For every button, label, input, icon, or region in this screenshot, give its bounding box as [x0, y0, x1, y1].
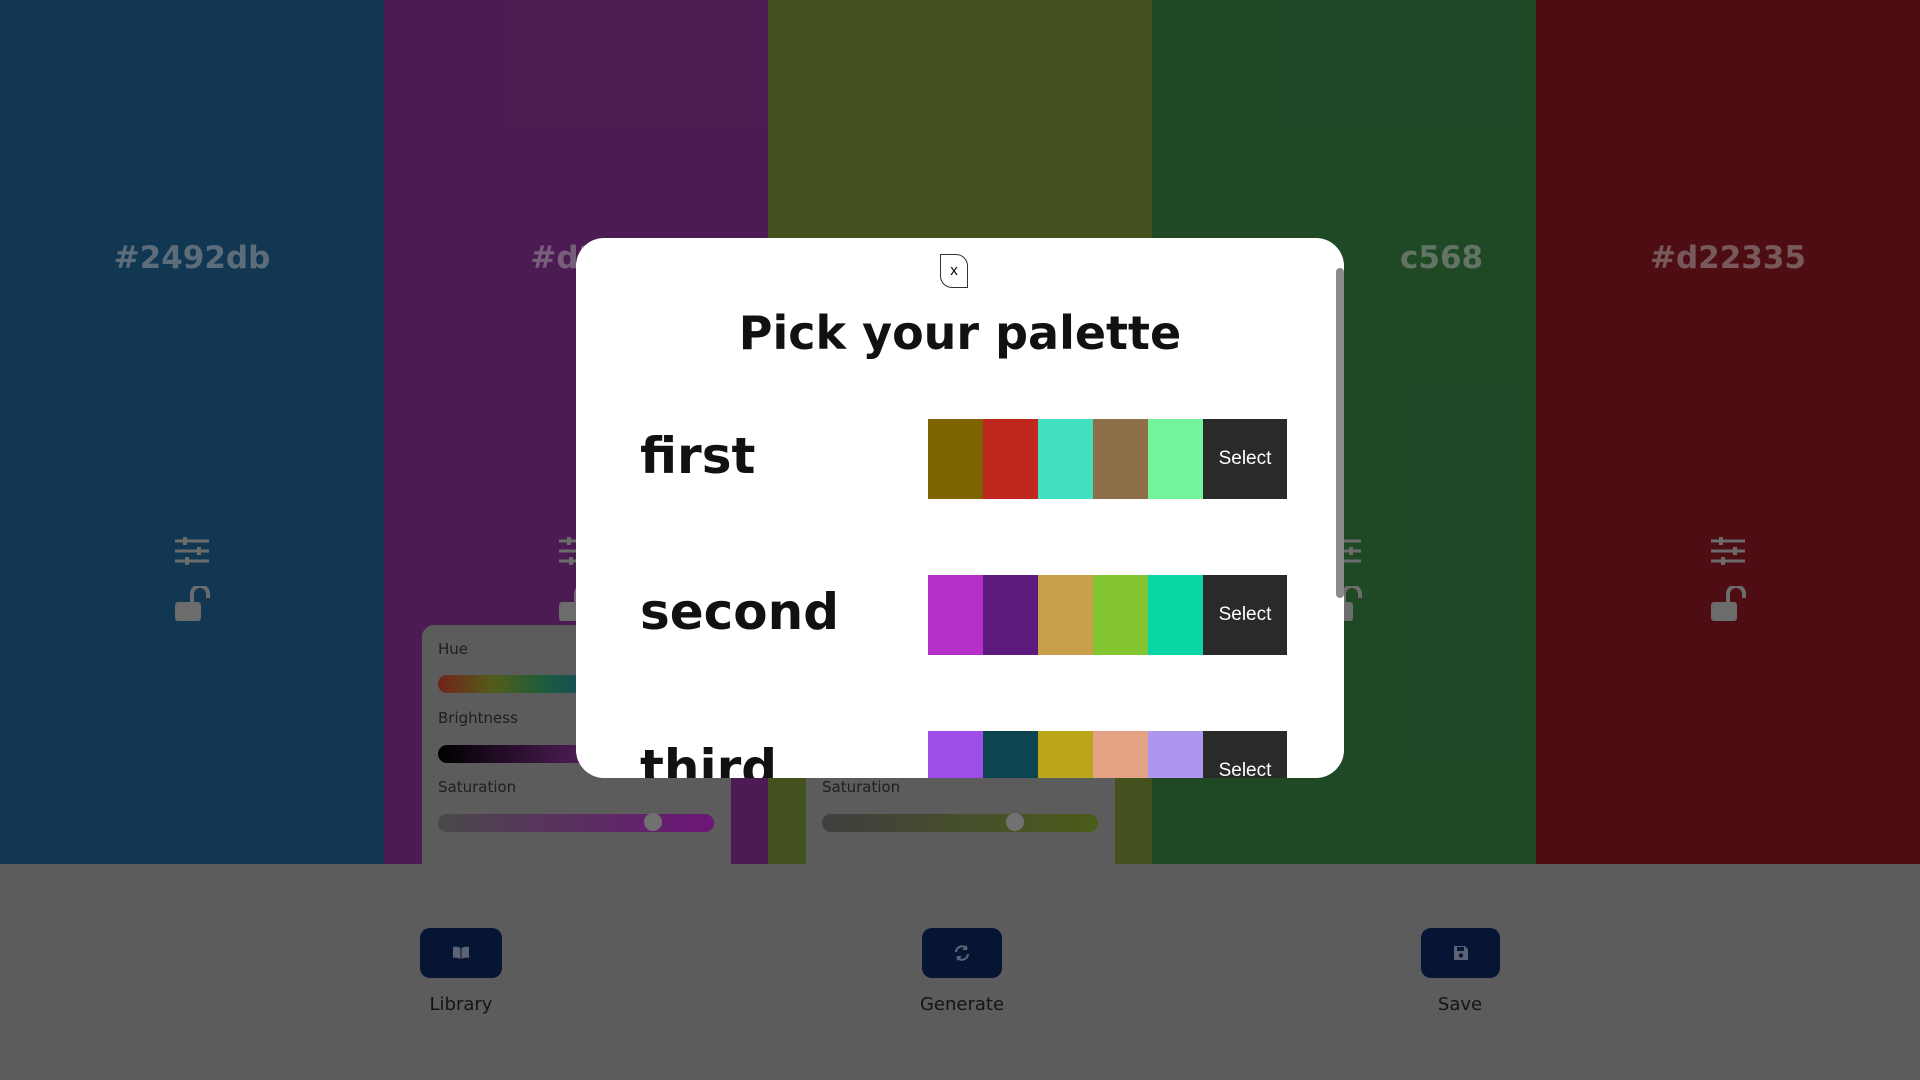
palette-row: third Select [640, 731, 1287, 778]
palette-swatch [1093, 575, 1148, 655]
select-palette-button[interactable]: Select [1203, 575, 1287, 655]
select-palette-button[interactable]: Select [1203, 731, 1287, 778]
palette-swatch [1038, 419, 1093, 499]
select-palette-button[interactable]: Select [1203, 419, 1287, 499]
palette-name: second [640, 583, 840, 641]
modal-title: Pick your palette [738, 306, 1182, 360]
palette-swatch [983, 731, 1038, 778]
palette-swatch [1148, 419, 1203, 499]
palette-swatch [1148, 575, 1203, 655]
palette-swatch [1038, 575, 1093, 655]
palette-row: first Select [640, 419, 1287, 499]
close-button[interactable]: x [940, 254, 968, 288]
palette-swatch [1093, 419, 1148, 499]
palette-row: second Select [640, 575, 1287, 655]
palette-name: third [640, 739, 778, 778]
palette-swatches: Select [928, 419, 1287, 499]
palette-swatch [983, 575, 1038, 655]
palette-swatch [1148, 731, 1203, 778]
palette-swatch [1038, 731, 1093, 778]
palette-swatch [928, 731, 983, 778]
modal-scrollbar[interactable] [1336, 268, 1344, 598]
palette-swatch [928, 419, 983, 499]
palette-library-modal: x Pick your palette first Select second … [576, 238, 1344, 778]
palette-name: first [640, 427, 756, 485]
palette-swatches: Select [928, 731, 1287, 778]
palette-swatch [1093, 731, 1148, 778]
palette-swatch [928, 575, 983, 655]
palette-swatch [983, 419, 1038, 499]
palette-swatches: Select [928, 575, 1287, 655]
